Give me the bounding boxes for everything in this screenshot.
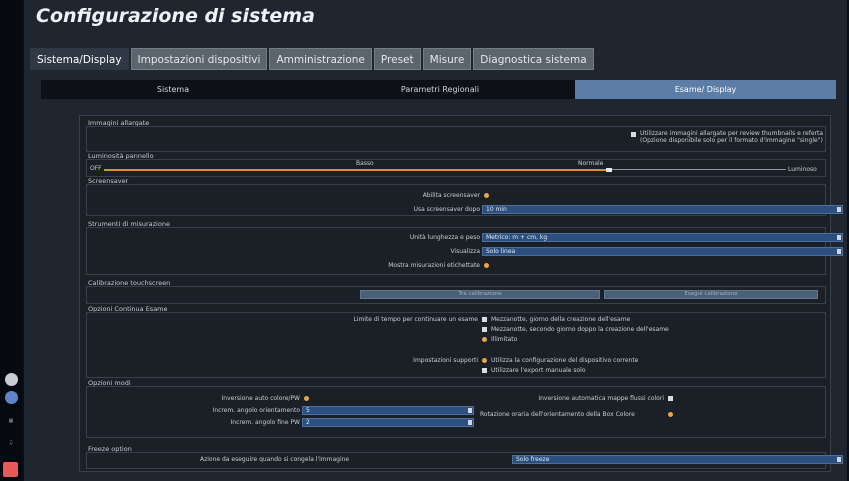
incrementi-pw-value: 2 — [306, 419, 310, 426]
visualizza-label: Visualizza — [450, 248, 480, 255]
limite-option1-label: Mezzanotte, giorno della creazione dell'… — [491, 316, 631, 323]
luminosita-normale-label: Normale — [578, 160, 604, 167]
incrementi-orient-value: 5 — [306, 407, 310, 414]
printer-icon[interactable]: ▦ — [4, 418, 18, 424]
luminosita-slider-track[interactable] — [104, 169, 786, 170]
limite-option2-label: Mezzanotte, secondo giorno doppo la crea… — [491, 326, 669, 333]
impostazioni-supporti-label: Impostazioni supporti — [413, 357, 478, 364]
chevron-down-icon — [837, 249, 841, 254]
incrementi-orient-label: Increm. angolo orientamento — [212, 407, 300, 414]
mostra-checkbox[interactable] — [484, 263, 489, 268]
inversione-mappe-checkbox[interactable] — [668, 396, 673, 401]
limite-option1-radio[interactable] — [482, 317, 487, 322]
app-logo-icon — [3, 462, 18, 477]
limite-option2-radio[interactable] — [482, 327, 487, 332]
incrementi-orient-stepper[interactable]: 5 — [302, 406, 474, 415]
mostra-label: Mostra misurazioni etichettate — [388, 262, 480, 269]
stepper-icon — [468, 408, 472, 413]
supporti-option1-radio[interactable] — [482, 358, 487, 363]
unita-value: Metrico: m + cm, kg — [486, 234, 548, 241]
subtab-parametri-regionali[interactable]: Parametri Regionali — [305, 80, 575, 99]
esegui-calibrazione-button[interactable]: Esegui calibrazione — [604, 290, 818, 299]
supporti-option1-label: Utilizza la configurazione del dispositi… — [491, 357, 639, 364]
usa-screensaver-value: 10 min — [486, 206, 507, 213]
chevron-down-icon — [837, 207, 841, 212]
abilita-screensaver-checkbox[interactable] — [484, 193, 489, 198]
usa-screensaver-select[interactable]: 10 min — [482, 205, 843, 214]
rotazione-label: Rotazione oraria dell'orientamento della… — [480, 411, 635, 418]
stepper-icon — [468, 420, 472, 425]
abilita-screensaver-label: Abilita screensaver — [422, 192, 480, 199]
immagini-option-line2: (Opzione disponibile solo per il formato… — [640, 137, 823, 144]
page-title: Configurazione di sistema — [36, 5, 315, 27]
tab-sistema-display[interactable]: Sistema/Display — [30, 48, 129, 70]
volume-icon[interactable]: ♫ — [4, 440, 18, 446]
luminosita-slider-thumb[interactable] — [606, 168, 612, 172]
tab-misure[interactable]: Misure — [422, 48, 472, 70]
close-icon[interactable] — [5, 373, 18, 386]
supporti-option2-radio[interactable] — [482, 368, 487, 373]
incrementi-pw-stepper[interactable]: 2 — [302, 418, 474, 427]
incrementi-pw-label: Increm. angolo fine PW — [230, 419, 301, 426]
luminosita-luminoso-label: Luminoso — [788, 166, 817, 173]
tab-impostazioni-dispositivi[interactable]: Impostazioni dispositivi — [130, 48, 268, 70]
settings-panel: Immagini allargate Utilizzare immagini a… — [79, 115, 843, 472]
freeze-azione-value: Solo freeze — [516, 456, 550, 463]
app-window: Configurazione di sistema Sistema/Displa… — [24, 0, 847, 481]
usa-screensaver-label: Usa screensaver dopo — [413, 206, 480, 213]
immagini-option-line1: Utilizzare immagini allargate per review… — [640, 130, 824, 137]
main-tabs: Sistema/Display Impostazioni dispositivi… — [30, 48, 594, 70]
subtab-sistema[interactable]: Sistema — [41, 80, 305, 99]
section-box-luminosita — [86, 159, 826, 177]
luminosita-off-label: OFF — [90, 165, 102, 172]
luminosita-basso-label: Basso — [356, 160, 374, 167]
tra-calibrazione-button[interactable]: Tra calibrazione — [360, 290, 600, 299]
freeze-azione-select[interactable]: Solo freeze — [512, 455, 843, 464]
rotazione-checkbox[interactable] — [668, 412, 673, 417]
left-toolbar: ▦ ♫ — [0, 0, 22, 481]
inversione-mappe-label: Inversione automatica mappe flussi color… — [538, 395, 664, 402]
limite-option3-radio[interactable] — [482, 337, 487, 342]
sub-tabs: Sistema Parametri Regionali Esame/ Displ… — [41, 80, 836, 99]
visualizza-select[interactable]: Solo linea — [482, 247, 843, 256]
tab-amministrazione[interactable]: Amministrazione — [269, 48, 372, 70]
limite-label: Limite di tempo per continuare un esame — [353, 316, 478, 323]
inversione-colore-checkbox[interactable] — [304, 396, 309, 401]
subtab-esame-display[interactable]: Esame/ Display — [575, 80, 836, 99]
tab-preset[interactable]: Preset — [373, 48, 421, 70]
unita-select[interactable]: Metrico: m + cm, kg — [482, 233, 843, 242]
chevron-down-icon — [837, 457, 841, 462]
supporti-option2-label: Utilizzare l'export manuale solo — [491, 367, 586, 374]
chevron-down-icon — [837, 235, 841, 240]
visualizza-value: Solo linea — [486, 248, 516, 255]
globe-icon[interactable] — [5, 391, 18, 404]
limite-option3-label: Illimitato — [491, 336, 518, 343]
immagini-allargate-checkbox[interactable] — [631, 132, 636, 137]
unita-label: Unità lunghezza e peso — [409, 234, 480, 241]
tab-diagnostica-sistema[interactable]: Diagnostica sistema — [473, 48, 594, 70]
freeze-azione-label: Azione da eseguire quando si congela l'i… — [200, 456, 350, 463]
inversione-colore-label: Inversione auto colore/PW — [221, 395, 300, 402]
